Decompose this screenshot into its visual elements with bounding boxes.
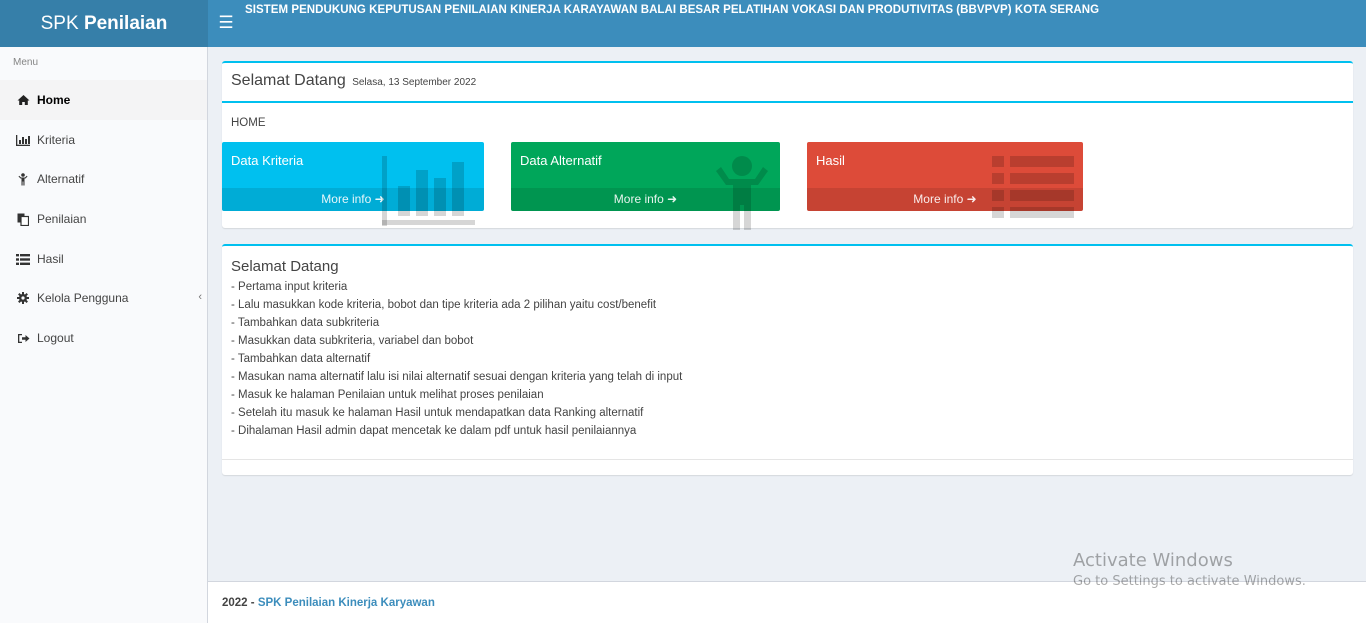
sidebar-item-logout[interactable]: Logout	[0, 318, 207, 358]
sidebar-item-label: Logout	[37, 331, 74, 345]
tile-hasil: Hasil More info ➜	[807, 142, 1083, 211]
bar-chart-icon	[16, 133, 30, 147]
tile-title: Data Alternatif	[520, 153, 602, 168]
watermark-subtitle: Go to Settings to activate Windows.	[1073, 574, 1306, 589]
gear-icon	[16, 291, 30, 305]
logo-text-light: SPK	[40, 13, 84, 34]
list-item: - Masukkan data subkriteria, variabel da…	[231, 335, 474, 347]
more-info-label: More info	[613, 192, 664, 206]
sidebar-item-label: Kelola Pengguna	[37, 291, 129, 305]
top-navbar: SPK Penilaian ☰ SISTEM PENDUKUNG KEPUTUS…	[0, 0, 1366, 47]
hamburger-icon[interactable]: ☰	[216, 12, 236, 34]
welcome-box: Selamat Datang Selasa, 13 September 2022…	[222, 61, 1353, 230]
list-item: - Tambahkan data alternatif	[231, 353, 371, 365]
sidebar-item-hasil[interactable]: Hasil	[0, 239, 207, 279]
more-info-link[interactable]: More info ➜	[807, 188, 1083, 211]
list-item: - Masukan nama alternatif lalu isi nilai…	[231, 371, 683, 383]
app-title: SISTEM PENDUKUNG KEPUTUSAN PENILAIAN KIN…	[245, 4, 1100, 16]
logo-text-bold: Penilaian	[83, 13, 168, 34]
arrow-circle-right-icon: ➜	[374, 192, 385, 206]
welcome-date: Selasa, 13 September 2022	[352, 77, 477, 88]
sidebar-item-kriteria[interactable]: Kriteria	[0, 120, 207, 160]
footer-link[interactable]: SPK Penilaian Kinerja Karyawan	[258, 597, 435, 609]
sidebar-item-label: Penilaian	[37, 212, 87, 226]
list-icon	[16, 252, 30, 266]
sidebar: Menu Home Kriteria Alternatif Penilaian …	[0, 47, 208, 623]
menu-header: Menu	[13, 57, 39, 68]
sign-out-icon	[16, 331, 30, 345]
welcome-box-header: Selamat Datang Selasa, 13 September 2022	[222, 63, 1353, 103]
chevron-left-icon[interactable]: ‹	[198, 291, 202, 303]
copy-icon	[16, 212, 30, 226]
more-info-label: More info	[321, 192, 372, 206]
box-footer-divider	[222, 459, 1353, 460]
footer-year: 2022 -	[222, 597, 258, 609]
tile-title: Hasil	[816, 153, 845, 168]
sidebar-item-home[interactable]: Home	[0, 80, 207, 120]
sidebar-item-kelola-pengguna[interactable]: Kelola Pengguna ‹	[0, 278, 207, 318]
more-info-link[interactable]: More info ➜	[222, 188, 484, 211]
person-icon	[16, 172, 30, 186]
sidebar-item-penilaian[interactable]: Penilaian	[0, 199, 207, 239]
home-icon	[16, 93, 30, 107]
list-item: - Masuk ke halaman Penilaian untuk melih…	[231, 389, 544, 401]
tile-title: Data Kriteria	[231, 153, 304, 168]
sidebar-item-label: Hasil	[37, 252, 64, 266]
welcome-title: Selamat Datang	[231, 72, 346, 89]
arrow-circle-right-icon: ➜	[966, 192, 977, 206]
instructions-list: - Pertama input kriteria - Lalu masukkan…	[231, 278, 682, 440]
list-item: - Pertama input kriteria	[231, 281, 348, 293]
instructions-box: Selamat Datang - Pertama input kriteria …	[222, 244, 1353, 475]
watermark-title: Activate Windows	[1073, 550, 1233, 571]
more-info-link[interactable]: More info ➜	[511, 188, 780, 211]
tile-data-alternatif: Data Alternatif More info ➜	[511, 142, 780, 211]
tile-data-kriteria: Data Kriteria More info ➜	[222, 142, 484, 211]
arrow-circle-right-icon: ➜	[667, 192, 678, 206]
sidebar-item-label: Home	[37, 93, 71, 107]
more-info-label: More info	[913, 192, 964, 206]
app-logo[interactable]: SPK Penilaian	[0, 0, 208, 47]
instructions-title: Selamat Datang	[231, 258, 339, 275]
list-item: - Dihalaman Hasil admin dapat mencetak k…	[231, 425, 637, 437]
sidebar-item-label: Alternatif	[37, 172, 85, 186]
sidebar-item-alternatif[interactable]: Alternatif	[0, 159, 207, 199]
list-item: - Tambahkan data subkriteria	[231, 317, 380, 329]
list-item: - Setelah itu masuk ke halaman Hasil unt…	[231, 407, 644, 419]
breadcrumb: HOME	[231, 117, 266, 129]
list-item: - Lalu masukkan kode kriteria, bobot dan…	[231, 299, 657, 311]
sidebar-item-label: Kriteria	[37, 133, 76, 147]
windows-activation-watermark: Activate Windows Go to Settings to activ…	[1073, 550, 1306, 589]
